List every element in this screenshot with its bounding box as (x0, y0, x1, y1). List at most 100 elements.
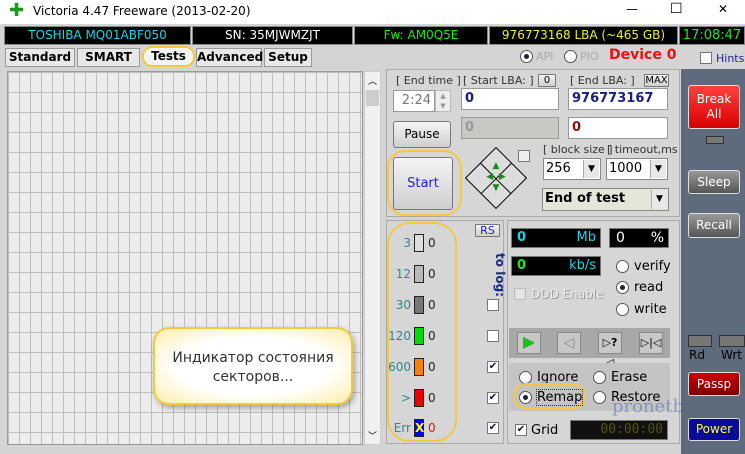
indicator-threshold: Err (393, 421, 411, 435)
hints-checkbox[interactable] (700, 52, 712, 64)
power-button[interactable]: Power (688, 418, 740, 441)
tab-tests[interactable]: Tests (142, 46, 195, 67)
block-size-select[interactable]: 256 ▼ (543, 158, 601, 180)
play-backward-button[interactable]: ◁ (557, 332, 581, 354)
err-mark: X (415, 421, 425, 435)
write-led (719, 335, 745, 347)
percent-unit: % (650, 230, 664, 246)
grid-checkbox[interactable]: ✔ (515, 424, 527, 436)
ddd-enable-label: DDD Enable (531, 287, 604, 301)
window-title: Victoria 4.47 Freeware (2013-02-20) (33, 4, 251, 18)
read-radio[interactable] (616, 281, 629, 294)
log-checkbox[interactable]: ✔ (487, 361, 499, 373)
indicator-count: 0 (428, 391, 436, 405)
log-checkbox[interactable] (487, 299, 499, 311)
read-led (688, 335, 712, 347)
tab-setup[interactable]: Setup (264, 48, 312, 67)
play-forward-button[interactable]: ▶ (517, 332, 541, 354)
close-button[interactable]: ✕ (718, 2, 728, 16)
end-time-spinner[interactable]: ▲ ▼ (435, 90, 451, 112)
clock-display: 17:08:47 (679, 26, 745, 45)
percent-display: 0% (609, 228, 669, 248)
serial-display: SN: 35MJWMZJT (192, 26, 353, 45)
mb-value: 0 (517, 230, 527, 245)
butterfly-button[interactable]: ▷?◁ (598, 332, 622, 369)
speed-value: 0 (517, 258, 527, 273)
current-lba-field: 0 (461, 117, 559, 139)
indicator-count: 0 (428, 421, 436, 435)
maximize-button[interactable]: ☐ (670, 1, 683, 17)
remap-radio[interactable] (519, 391, 532, 404)
break-all-button[interactable]: Break All (688, 85, 740, 129)
grid-label: Grid (531, 423, 559, 438)
scroll-thumb[interactable] (366, 90, 379, 106)
pause-button[interactable]: Pause (393, 121, 451, 148)
indicator-count: 0 (428, 360, 436, 374)
indicator-color-box (414, 358, 424, 376)
scroll-up-icon[interactable]: ︿ (368, 74, 377, 87)
passp-button[interactable]: Passp (688, 372, 740, 396)
rs-button[interactable]: RS (475, 224, 500, 237)
timeout-value: 1000 (609, 161, 643, 176)
end-lba-field[interactable]: 976773167 (568, 88, 668, 110)
timeout-select[interactable]: 1000 ▼ (606, 158, 668, 180)
capacity-display: 976773168 LBA (~465 GB) (489, 26, 678, 45)
start-lba-label: [ Start LBA: ] (463, 74, 534, 87)
chevron-down-icon[interactable]: ▼ (650, 160, 666, 178)
end-action-select[interactable]: End of test ▼ (542, 188, 669, 211)
indicator-threshold: 3 (403, 236, 411, 250)
to-log-label: to log: (492, 253, 507, 297)
ddd-enable-checkbox (514, 288, 526, 300)
verify-radio[interactable] (616, 260, 629, 273)
write-led-label: Wrt (721, 348, 742, 362)
indicator-color-box (414, 327, 424, 345)
model-display: TOSHIBA MQ01ABF050 (4, 26, 191, 45)
log-checkbox[interactable] (487, 330, 499, 342)
tab-smart[interactable]: SMART (77, 48, 140, 67)
timeout-label: [ timeout,ms ] (607, 143, 686, 156)
arrow-glyphs: ▲ ◀ ▶ ▼ (486, 161, 506, 193)
zero-button[interactable]: 0 (538, 74, 556, 87)
indicator-threshold: 120 (388, 329, 411, 343)
chevron-down-icon[interactable]: ▼ (651, 190, 667, 209)
indicator-threshold: 30 (395, 298, 411, 312)
block-size-label: [ block size ] (543, 143, 613, 156)
direction-checkbox[interactable] (518, 150, 530, 162)
seek-button[interactable]: ▷|◁ (639, 332, 663, 354)
pio-radio[interactable] (564, 50, 577, 63)
sleep-button[interactable]: Sleep (688, 170, 740, 194)
start-button[interactable]: Start (393, 157, 453, 210)
callout: Индикатор состояния секторов... (153, 327, 353, 405)
erase-radio[interactable] (593, 371, 606, 384)
firmware-display: Fw: AM0Q5E (354, 26, 488, 45)
api-radio[interactable] (520, 50, 533, 63)
tab-advanced[interactable]: Advanced (196, 48, 263, 67)
start-lba-field[interactable]: 0 (461, 88, 559, 110)
tab-standard[interactable]: Standard (5, 48, 75, 67)
indicator-count: 0 (428, 236, 436, 250)
scroll-down-icon[interactable]: ﹀ (368, 429, 377, 442)
block-size-value: 256 (546, 161, 571, 176)
mb-display: 0 Mb (511, 228, 601, 248)
write-radio[interactable] (616, 303, 629, 316)
indicator-count: 0 (428, 298, 436, 312)
erase-label: Erase (611, 370, 648, 385)
recall-button[interactable]: Recall (688, 213, 740, 238)
scrollbar[interactable]: ︿ ﹀ (364, 71, 381, 445)
app-icon: ✚ (9, 0, 25, 21)
log-checkbox[interactable]: ✔ (487, 392, 499, 404)
indicator-threshold: 600 (388, 360, 411, 374)
restore-radio[interactable] (593, 391, 606, 404)
verify-label: verify (634, 259, 671, 274)
chevron-down-icon[interactable]: ▼ (583, 160, 599, 178)
current-end-field[interactable]: 0 (568, 117, 668, 139)
speed-display: 0 kb/s (511, 256, 601, 276)
minimize-button[interactable]: — (626, 2, 638, 16)
device-label: Device 0 (609, 47, 677, 63)
max-button[interactable]: MAX (644, 74, 669, 87)
timer-display: 00:00:00 (570, 420, 668, 440)
end-time-field[interactable]: 2:24 (393, 90, 435, 112)
indicator-color-box: X (414, 419, 424, 437)
log-checkbox[interactable]: ✔ (487, 422, 499, 434)
indicator-threshold: > (400, 391, 411, 405)
